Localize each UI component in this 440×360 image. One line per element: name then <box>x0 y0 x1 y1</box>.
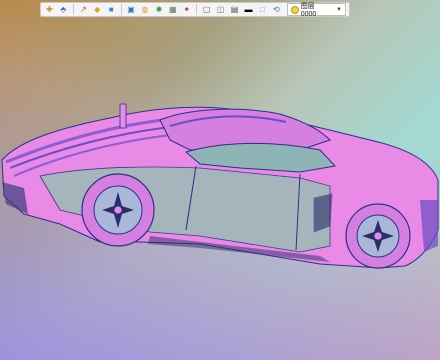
front-wheel <box>81 173 155 247</box>
car-model-viewport[interactable] <box>0 0 440 360</box>
rear-wheel <box>345 203 411 269</box>
side-mirror <box>119 103 127 129</box>
side-intake <box>313 193 333 233</box>
